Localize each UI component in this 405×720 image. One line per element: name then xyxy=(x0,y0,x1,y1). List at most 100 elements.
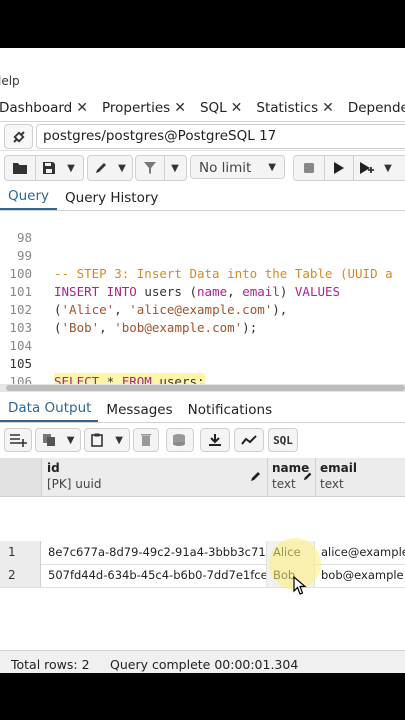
edit-group: ▼ xyxy=(87,155,133,181)
open-file-button[interactable] xyxy=(5,156,35,180)
scrollbar-thumb[interactable] xyxy=(6,385,405,391)
tab-dependencies-label: Dependencies xyxy=(347,99,405,116)
code-line: 98 xyxy=(0,211,405,245)
execute-dropdown-button[interactable]: ▼ xyxy=(380,156,396,180)
folder-icon xyxy=(13,163,27,174)
column-header-email[interactable]: email text xyxy=(315,458,405,496)
cell-email[interactable]: bob@example.com xyxy=(315,564,405,587)
graph-visualiser-button[interactable] xyxy=(234,428,264,452)
query-complete-text: Query complete 00:00:01.304 xyxy=(110,657,299,672)
chevron-down-icon: ▼ xyxy=(66,434,75,446)
tab-messages[interactable]: Messages xyxy=(98,402,179,422)
code-line: 103 xyxy=(0,301,405,335)
editor-horizontal-scrollbar[interactable] xyxy=(0,384,405,392)
filter-dropdown-button[interactable]: ▼ xyxy=(165,156,185,180)
add-row-button[interactable] xyxy=(4,428,32,452)
plug-icon xyxy=(12,130,25,143)
file-group: ▼ xyxy=(4,155,84,181)
chevron-down-icon: ▼ xyxy=(171,162,179,174)
execute-script-button[interactable] xyxy=(354,156,380,180)
clipboard-icon xyxy=(91,433,103,447)
execute-group: ▼ xyxy=(293,155,405,181)
connection-select[interactable]: postgres/postgres@PostgreSQL 17 xyxy=(36,124,405,149)
output-toolbar: ▼ ▼ SQL xyxy=(0,427,405,455)
status-bar: Total rows: 2 Query complete 00:00:01.30… xyxy=(0,650,405,673)
filter-group: ▼ xyxy=(135,155,187,181)
column-header-name[interactable]: name text xyxy=(267,458,316,496)
column-header-id[interactable]: id [PK] uuid xyxy=(42,458,268,496)
paste-button[interactable]: ▼ xyxy=(84,428,130,452)
close-icon[interactable]: ✕ xyxy=(174,100,186,116)
query-toolbar: ▼ ▼ ▼ No limit ▼ ▼ xyxy=(0,153,405,183)
execute-button[interactable] xyxy=(325,156,353,180)
play-icon xyxy=(334,162,344,174)
sql-button[interactable]: SQL xyxy=(268,428,298,452)
close-icon[interactable]: ✕ xyxy=(76,100,88,116)
cell-email[interactable]: alice@example.com xyxy=(315,541,405,564)
total-rows-text: Total rows: 2 xyxy=(11,657,90,672)
table-row[interactable]: 1 8e7c677a-8d79-49c2-91a4-3bbb3c7136... … xyxy=(0,541,405,565)
code-line: 101 ('Alice', 'alice@example.com'), xyxy=(0,265,405,317)
save-dropdown-button[interactable]: ▼ xyxy=(62,156,80,180)
sql-editor[interactable]: 98 99 -- STEP 3: Insert Data into the Ta… xyxy=(0,211,405,391)
close-icon[interactable]: ✕ xyxy=(322,100,334,116)
row-limit-value: No limit xyxy=(199,160,252,176)
edit-button[interactable] xyxy=(88,156,114,180)
save-data-button[interactable] xyxy=(166,428,194,452)
tab-data-output[interactable]: Data Output xyxy=(0,400,99,422)
chevron-down-icon: ▼ xyxy=(115,434,123,446)
tab-sql[interactable]: SQL ✕ xyxy=(200,100,256,116)
tab-dashboard[interactable]: Dashboard ✕ xyxy=(0,100,102,116)
tab-properties-label: Properties xyxy=(101,99,171,116)
column-name: id xyxy=(47,461,60,475)
row-limit-select[interactable]: No limit ▼ xyxy=(190,155,285,179)
table-row[interactable]: 2 507fd44d-634b-45c4-b6b0-7dd7e1fceeb5 B… xyxy=(0,564,405,588)
grid-corner[interactable] xyxy=(0,458,42,496)
copy-icon xyxy=(42,434,55,446)
tab-dashboard-label: Dashboard xyxy=(0,99,73,116)
stop-button[interactable] xyxy=(294,156,324,180)
add-row-icon xyxy=(10,434,27,447)
tab-dependencies[interactable]: Dependencies xyxy=(348,100,405,116)
code-line: 104 xyxy=(0,319,405,353)
tab-query-history[interactable]: Query History xyxy=(57,190,166,210)
output-tabs: Data Output Messages Notifications xyxy=(0,398,405,423)
database-save-icon xyxy=(173,434,185,446)
column-type: text xyxy=(272,477,296,491)
filter-icon xyxy=(144,162,156,174)
download-button[interactable] xyxy=(200,428,230,452)
filter-button[interactable] xyxy=(136,156,164,180)
row-number[interactable]: 1 xyxy=(0,541,41,564)
tab-properties[interactable]: Properties ✕ xyxy=(102,100,200,116)
delete-button[interactable] xyxy=(133,428,159,452)
tab-statistics-label: Statistics xyxy=(256,99,319,116)
close-icon[interactable]: ✕ xyxy=(231,100,243,116)
data-grid: id [PK] uuid name text email text 1 8e7c… xyxy=(0,458,405,590)
chevron-down-icon: ▼ xyxy=(118,162,126,174)
grid-header: id [PK] uuid name text email text xyxy=(0,458,405,497)
code-line-selected: 105 SELECT * FROM users; xyxy=(0,337,405,391)
code-line: 102 ('Bob', 'bob@example.com'); xyxy=(0,283,405,335)
sql-label: SQL xyxy=(273,433,293,447)
chevron-down-icon: ▼ xyxy=(384,162,392,174)
tab-statistics[interactable]: Statistics ✕ xyxy=(256,100,347,116)
line-chart-icon xyxy=(241,435,257,445)
menu-help[interactable]: lelp xyxy=(0,74,20,88)
tab-query[interactable]: Query xyxy=(0,188,58,210)
connection-status-button[interactable] xyxy=(4,124,33,149)
save-button[interactable] xyxy=(36,156,62,180)
pencil-icon xyxy=(96,163,106,173)
cell-id[interactable]: 507fd44d-634b-45c4-b6b0-7dd7e1fceeb5 xyxy=(42,564,267,587)
pencil-icon xyxy=(251,472,260,481)
column-type: [PK] uuid xyxy=(47,477,102,491)
row-number[interactable]: 2 xyxy=(0,564,41,587)
column-type: text xyxy=(320,477,344,491)
code-line: 106 xyxy=(0,355,405,389)
chevron-down-icon: ▼ xyxy=(268,162,276,173)
cell-id[interactable]: 8e7c677a-8d79-49c2-91a4-3bbb3c7136... xyxy=(42,541,267,564)
code-line: 99 -- STEP 3: Insert Data into the Table… xyxy=(0,229,405,281)
tab-notifications[interactable]: Notifications xyxy=(180,402,280,422)
copy-button[interactable]: ▼ xyxy=(35,428,81,452)
chevron-down-icon: ▼ xyxy=(67,162,75,174)
edit-dropdown-button[interactable]: ▼ xyxy=(114,156,130,180)
